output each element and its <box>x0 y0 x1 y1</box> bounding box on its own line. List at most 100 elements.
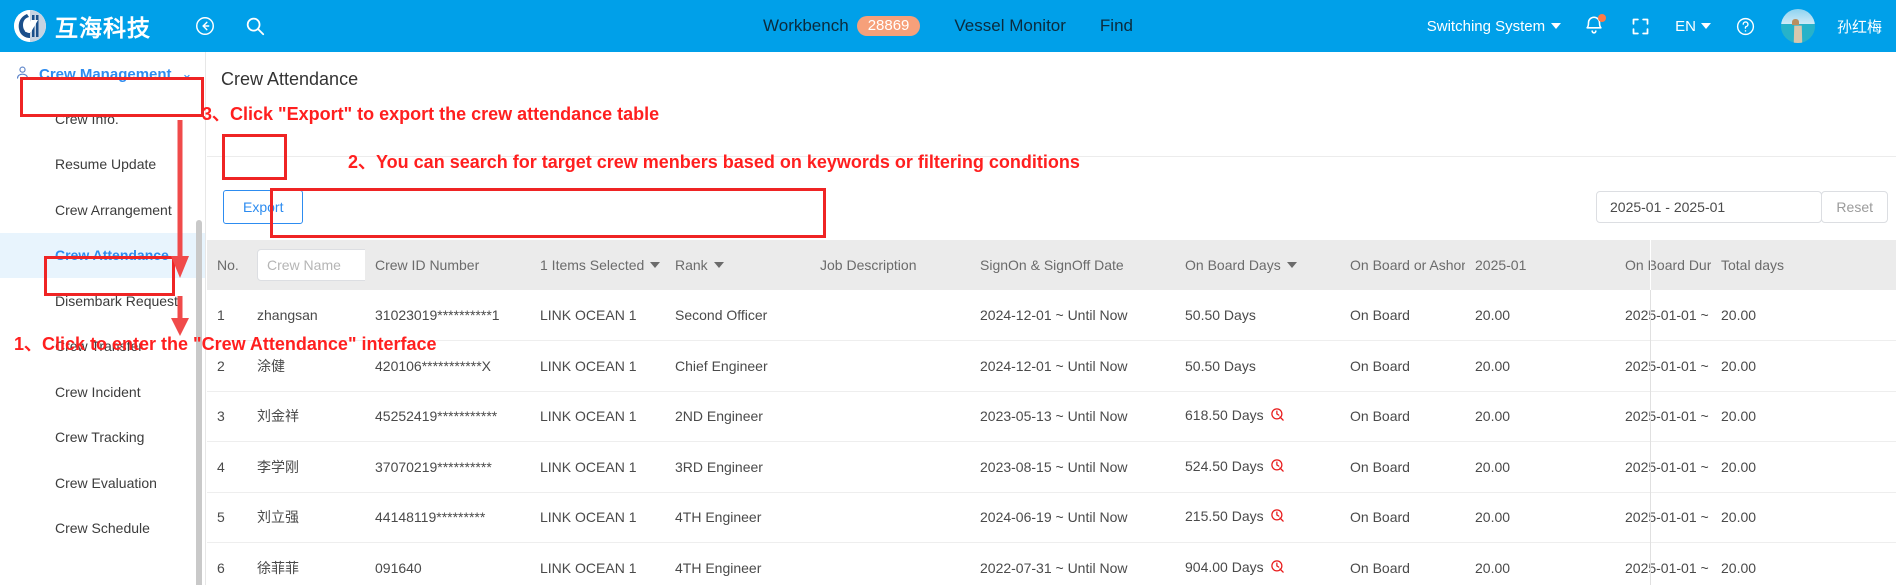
cell-total-days: 20.00 <box>1711 492 1896 543</box>
on-board-days-value: 50.50 Days <box>1185 357 1256 374</box>
sidebar-group-crew-management[interactable]: Crew Management ⌄ <box>0 52 205 96</box>
date-range-picker[interactable]: 2025-01 - 2025-01 <box>1596 191 1822 223</box>
nav-item-vessel-monitor[interactable]: Vessel Monitor <box>954 16 1066 36</box>
sidebar-item-crew-tracking[interactable]: Crew Tracking <box>0 415 205 461</box>
sidebar-item-label: Disembark Request <box>55 292 178 309</box>
cell-no: 2 <box>207 340 247 392</box>
sidebar-item-crew-attendance[interactable]: Crew Attendance <box>0 232 205 278</box>
sidebar-group-label: Crew Management <box>39 65 172 83</box>
cell-total-days: 20.00 <box>1711 391 1896 442</box>
cell-job-description <box>810 290 970 341</box>
cell-on-board-or-ashore: On Board <box>1340 391 1465 442</box>
rank-filter-label: Rank <box>675 257 708 273</box>
table-head: No. Crew ID Number 1 Items Selected <box>207 240 1896 290</box>
cell-rank: Chief Engineer <box>665 340 810 392</box>
cell-crew-id: 44148119********* <box>365 492 530 543</box>
cell-job-description <box>810 340 970 392</box>
sidebar-scrollbar[interactable] <box>196 220 202 585</box>
col-crew-id: Crew ID Number <box>365 240 530 290</box>
table-row[interactable]: 3 刘金祥 45252419*********** LINK OCEAN 1 2… <box>207 391 1896 442</box>
table-row[interactable]: 6 徐菲菲 091640 LINK OCEAN 1 4TH Engineer 2… <box>207 542 1896 585</box>
column-divider-head <box>1650 240 1651 290</box>
cell-signon-signoff: 2024-06-19 ~ Until Now <box>970 492 1175 543</box>
language-selector[interactable]: EN <box>1675 18 1711 35</box>
cell-crew-name: 刘立强 <box>247 492 365 543</box>
sidebar-item-label: Crew Schedule <box>55 520 150 537</box>
nav-item-workbench[interactable]: Workbench 28869 <box>763 16 921 36</box>
sidebar-item-crew-evaluation[interactable]: Crew Evaluation <box>0 460 205 506</box>
nav-label: Vessel Monitor <box>954 16 1066 35</box>
on-board-days-sort[interactable]: On Board Days <box>1185 257 1297 273</box>
overdue-warning-icon <box>1270 509 1285 526</box>
cell-job-description <box>810 441 970 493</box>
cell-no: 3 <box>207 391 247 442</box>
switching-system-menu[interactable]: Switching System <box>1427 18 1562 35</box>
help-question-icon[interactable] <box>1733 13 1759 39</box>
cell-month: 20.00 <box>1465 391 1615 442</box>
avatar[interactable] <box>1780 9 1815 43</box>
divider <box>207 156 1896 157</box>
search-icon[interactable] <box>242 13 268 39</box>
crew-name-input[interactable] <box>257 249 365 281</box>
cell-total-days: 20.00 <box>1711 542 1896 585</box>
sidebar-item-label: Resume Update <box>55 156 157 173</box>
cell-month: 20.00 <box>1465 441 1615 493</box>
export-button[interactable]: Export <box>223 190 304 224</box>
page-title: Crew Attendance <box>221 69 359 89</box>
table-row[interactable]: 4 李学刚 37070219********** LINK OCEAN 1 3R… <box>207 441 1896 493</box>
cell-on-board-duration: 2025-01-01 ~ 01-20 <box>1615 391 1711 442</box>
cell-month: 20.00 <box>1465 290 1615 341</box>
sidebar-item-crew-schedule[interactable]: Crew Schedule <box>0 506 205 552</box>
sidebar-item-crew-incident[interactable]: Crew Incident <box>0 369 205 415</box>
sidebar-item-crew-info[interactable]: Crew Info. <box>0 96 205 142</box>
cell-on-board-duration: 2025-01-01 ~ 01-20 <box>1615 290 1711 341</box>
col-job-description: Job Description <box>810 240 970 290</box>
on-board-days-value: 904.00 Days <box>1185 558 1264 575</box>
overdue-warning-icon <box>1270 560 1285 577</box>
on-board-days-value: 618.50 Days <box>1185 407 1264 424</box>
top-bar: 互海科技 Workbench 28869 Vessel Monitor Find… <box>0 0 1896 52</box>
fullscreen-expand-icon[interactable] <box>1627 13 1653 39</box>
table-body: 1 zhangsan 31023019**********1 LINK OCEA… <box>207 290 1896 585</box>
rank-filter-dropdown[interactable]: Rank <box>675 257 724 273</box>
sidebar-item-crew-arrangement[interactable]: Crew Arrangement <box>0 187 205 233</box>
on-board-days-value: 215.50 Days <box>1185 508 1264 525</box>
on-board-days-value: 50.50 Days <box>1185 307 1256 323</box>
col-total-days: Total days <box>1711 240 1896 290</box>
notification-bell-icon[interactable] <box>1583 14 1607 38</box>
cell-on-board-days: 524.50 Days <box>1175 441 1340 493</box>
cell-signon-signoff: 2023-08-15 ~ Until Now <box>970 441 1175 493</box>
cell-crew-name: 涂健 <box>247 340 365 392</box>
reset-button[interactable]: Reset <box>1821 191 1888 223</box>
collapse-left-icon[interactable] <box>192 13 218 39</box>
cell-on-board-or-ashore: On Board <box>1340 492 1465 543</box>
cell-month: 20.00 <box>1465 340 1615 392</box>
sidebar-item-label: Crew Info. <box>55 110 119 127</box>
brand[interactable]: 互海科技 <box>14 9 151 43</box>
nav-item-find[interactable]: Find <box>1100 16 1133 36</box>
column-divider <box>1650 240 1651 585</box>
cell-on-board-or-ashore: On Board <box>1340 441 1465 493</box>
sidebar-item-resume-update[interactable]: Resume Update <box>0 142 205 188</box>
table-row[interactable]: 1 zhangsan 31023019**********1 LINK OCEA… <box>207 290 1896 341</box>
sidebar-item-label: Crew Attendance <box>55 247 169 264</box>
table-row[interactable]: 2 涂健 420106***********X LINK OCEAN 1 Chi… <box>207 340 1896 392</box>
crew-attendance-table: No. Crew ID Number 1 Items Selected <box>207 240 1896 585</box>
cell-on-board-days: 50.50 Days <box>1175 290 1340 341</box>
sidebar-item-disembark-request[interactable]: Disembark Request <box>0 278 205 324</box>
sidebar-item-crew-transfer[interactable]: Crew Transfer <box>0 324 205 370</box>
cell-total-days: 20.00 <box>1711 340 1896 392</box>
cell-no: 5 <box>207 492 247 543</box>
workbench-badge: 28869 <box>856 16 921 36</box>
cell-vessel: LINK OCEAN 1 <box>530 441 665 493</box>
vessel-filter-dropdown[interactable]: 1 Items Selected <box>540 257 661 273</box>
chevron-down-icon: ⌄ <box>181 66 193 81</box>
cell-rank: 2ND Engineer <box>665 391 810 442</box>
table-header-row: No. Crew ID Number 1 Items Selected <box>207 240 1896 290</box>
cell-crew-id: 420106***********X <box>365 340 530 392</box>
col-crew-name <box>247 240 365 290</box>
col-rank: Rank <box>665 240 810 290</box>
cell-on-board-days: 618.50 Days <box>1175 391 1340 442</box>
table-row[interactable]: 5 刘立强 44148119********* LINK OCEAN 1 4TH… <box>207 492 1896 543</box>
cell-crew-name: zhangsan <box>247 290 365 341</box>
